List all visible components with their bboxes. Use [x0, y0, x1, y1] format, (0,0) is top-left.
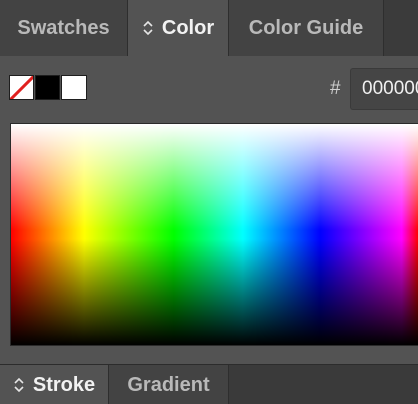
bottom-tab-bar: Stroke Gradient: [0, 364, 418, 404]
tab-stroke[interactable]: Stroke: [0, 365, 109, 404]
tab-swatches-label: Swatches: [17, 16, 110, 39]
hex-color-input[interactable]: [350, 68, 418, 110]
tab-gradient-label: Gradient: [127, 373, 210, 396]
hex-hash-label: #: [330, 78, 341, 99]
tab-color-guide[interactable]: Color Guide: [229, 0, 384, 56]
tab-bar-overflow: [384, 0, 418, 56]
tab-stroke-label: Stroke: [32, 373, 96, 396]
tab-color-guide-label: Color Guide: [248, 16, 364, 39]
color-spectrum[interactable]: [10, 123, 418, 346]
top-tab-bar: Swatches Color Color Guide: [0, 0, 418, 56]
none-swatch[interactable]: [9, 75, 34, 100]
tab-gradient[interactable]: Gradient: [109, 365, 229, 404]
tab-swatches[interactable]: Swatches: [0, 0, 128, 56]
black-swatch[interactable]: [35, 75, 60, 100]
tab-color[interactable]: Color: [128, 0, 229, 56]
color-panel: Swatches Color Color Guide # 000000 Stro…: [0, 0, 418, 404]
chevron-up-down-icon: [13, 376, 25, 394]
none-slash-icon: [10, 76, 33, 99]
tab-color-label: Color: [161, 16, 215, 39]
chevron-up-down-icon: [142, 19, 154, 37]
white-swatch[interactable]: [61, 75, 87, 100]
